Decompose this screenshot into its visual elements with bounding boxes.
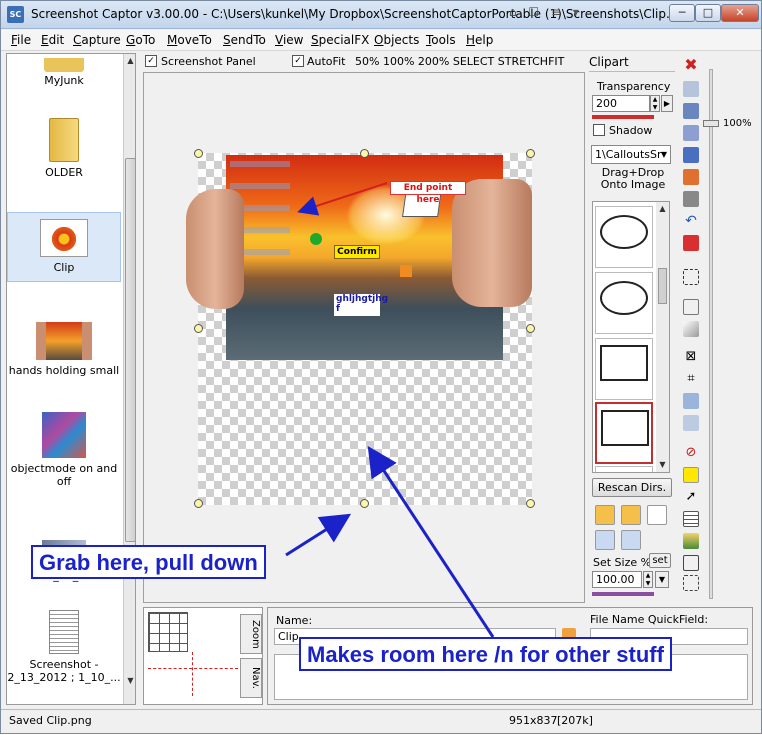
app-window: SC Screenshot Captor v3.00.00 - C:\Users… — [0, 0, 762, 734]
annotation-arrows — [285, 182, 495, 638]
annotation-grab-here: Grab here, pull down — [31, 545, 266, 579]
annotation-makes-room: Makes room here /n for other stuff — [299, 637, 672, 671]
